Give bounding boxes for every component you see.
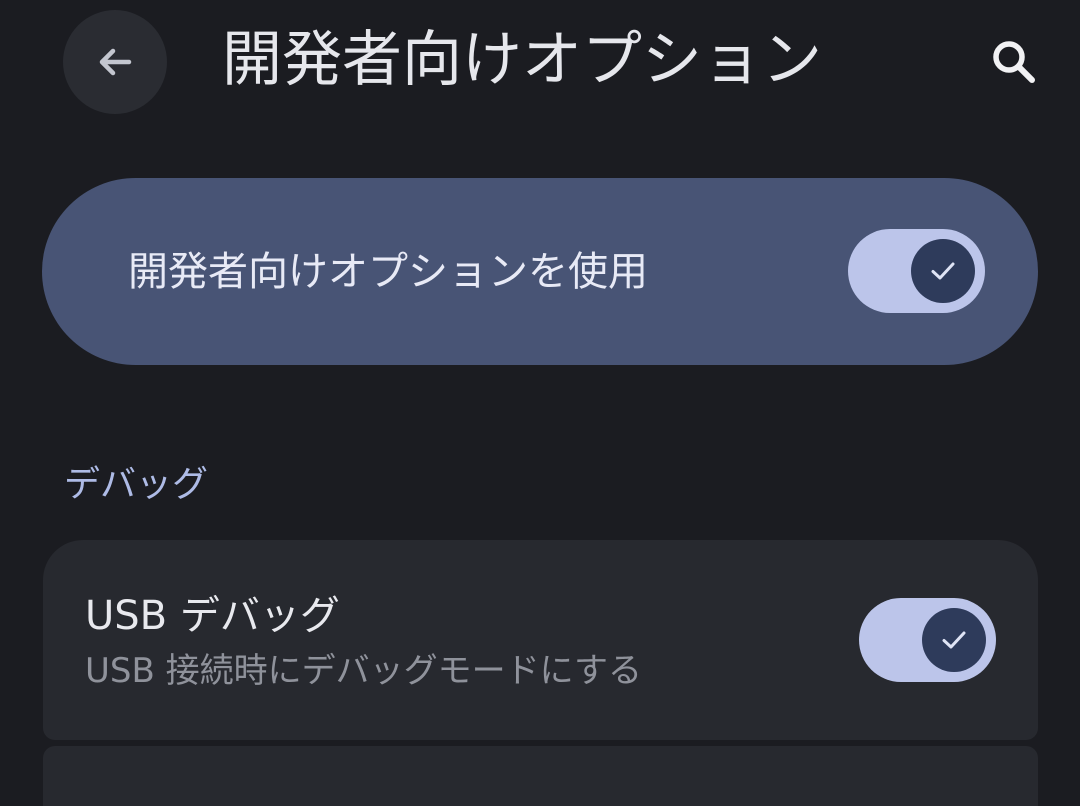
arrow-back-icon	[99, 48, 132, 76]
master-switch-toggle[interactable]	[848, 229, 985, 313]
setting-summary: USB 接続時にデバッグモードにする	[85, 651, 642, 691]
back-button[interactable]	[63, 10, 167, 114]
setting-card-next[interactable]	[43, 746, 1038, 806]
page-title: 開発者向けオプション	[222, 25, 822, 95]
setting-usb-debugging[interactable]: USB デバッグ USB 接続時にデバッグモードにする	[43, 540, 1038, 740]
toggle-thumb	[922, 608, 986, 672]
setting-title: USB デバッグ	[85, 593, 340, 639]
section-header-debug: デバッグ	[64, 464, 209, 505]
check-icon	[931, 262, 955, 280]
usb-debugging-toggle[interactable]	[859, 598, 996, 682]
developer-options-master-switch[interactable]: 開発者向けオプションを使用	[42, 178, 1038, 365]
check-icon	[942, 631, 966, 649]
search-icon	[993, 41, 1035, 83]
toggle-thumb	[911, 239, 975, 303]
master-switch-label: 開発者向けオプションを使用	[128, 249, 648, 295]
search-button[interactable]	[982, 30, 1046, 94]
